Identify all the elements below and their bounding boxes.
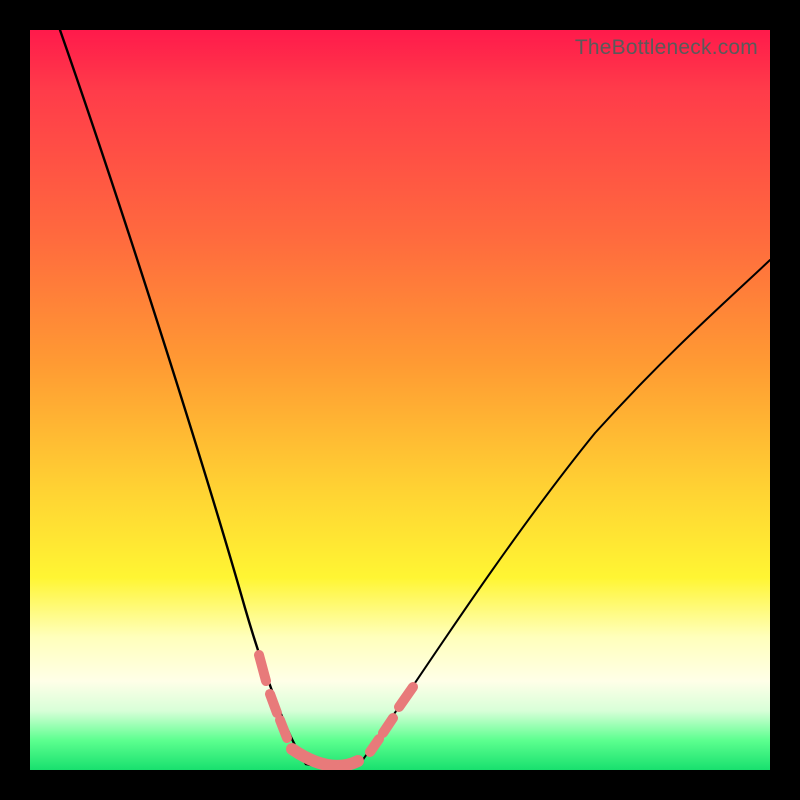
curve-right-arm — [362, 260, 770, 761]
marker-group — [259, 655, 413, 766]
chart-frame: TheBottleneck.com — [0, 0, 800, 800]
marker-dash-r1 — [370, 739, 379, 752]
marker-dash-r2 — [383, 718, 393, 733]
watermark-label: TheBottleneck.com — [575, 36, 758, 60]
plot-area: TheBottleneck.com — [30, 30, 770, 770]
curve-layer — [30, 30, 770, 770]
marker-dash-l3 — [280, 720, 287, 738]
marker-dash-r3 — [399, 687, 413, 707]
curve-left-arm — [60, 30, 306, 764]
marker-dash-l2 — [270, 694, 277, 713]
marker-dash-bottom — [292, 749, 358, 766]
marker-dash-l1 — [259, 655, 266, 681]
